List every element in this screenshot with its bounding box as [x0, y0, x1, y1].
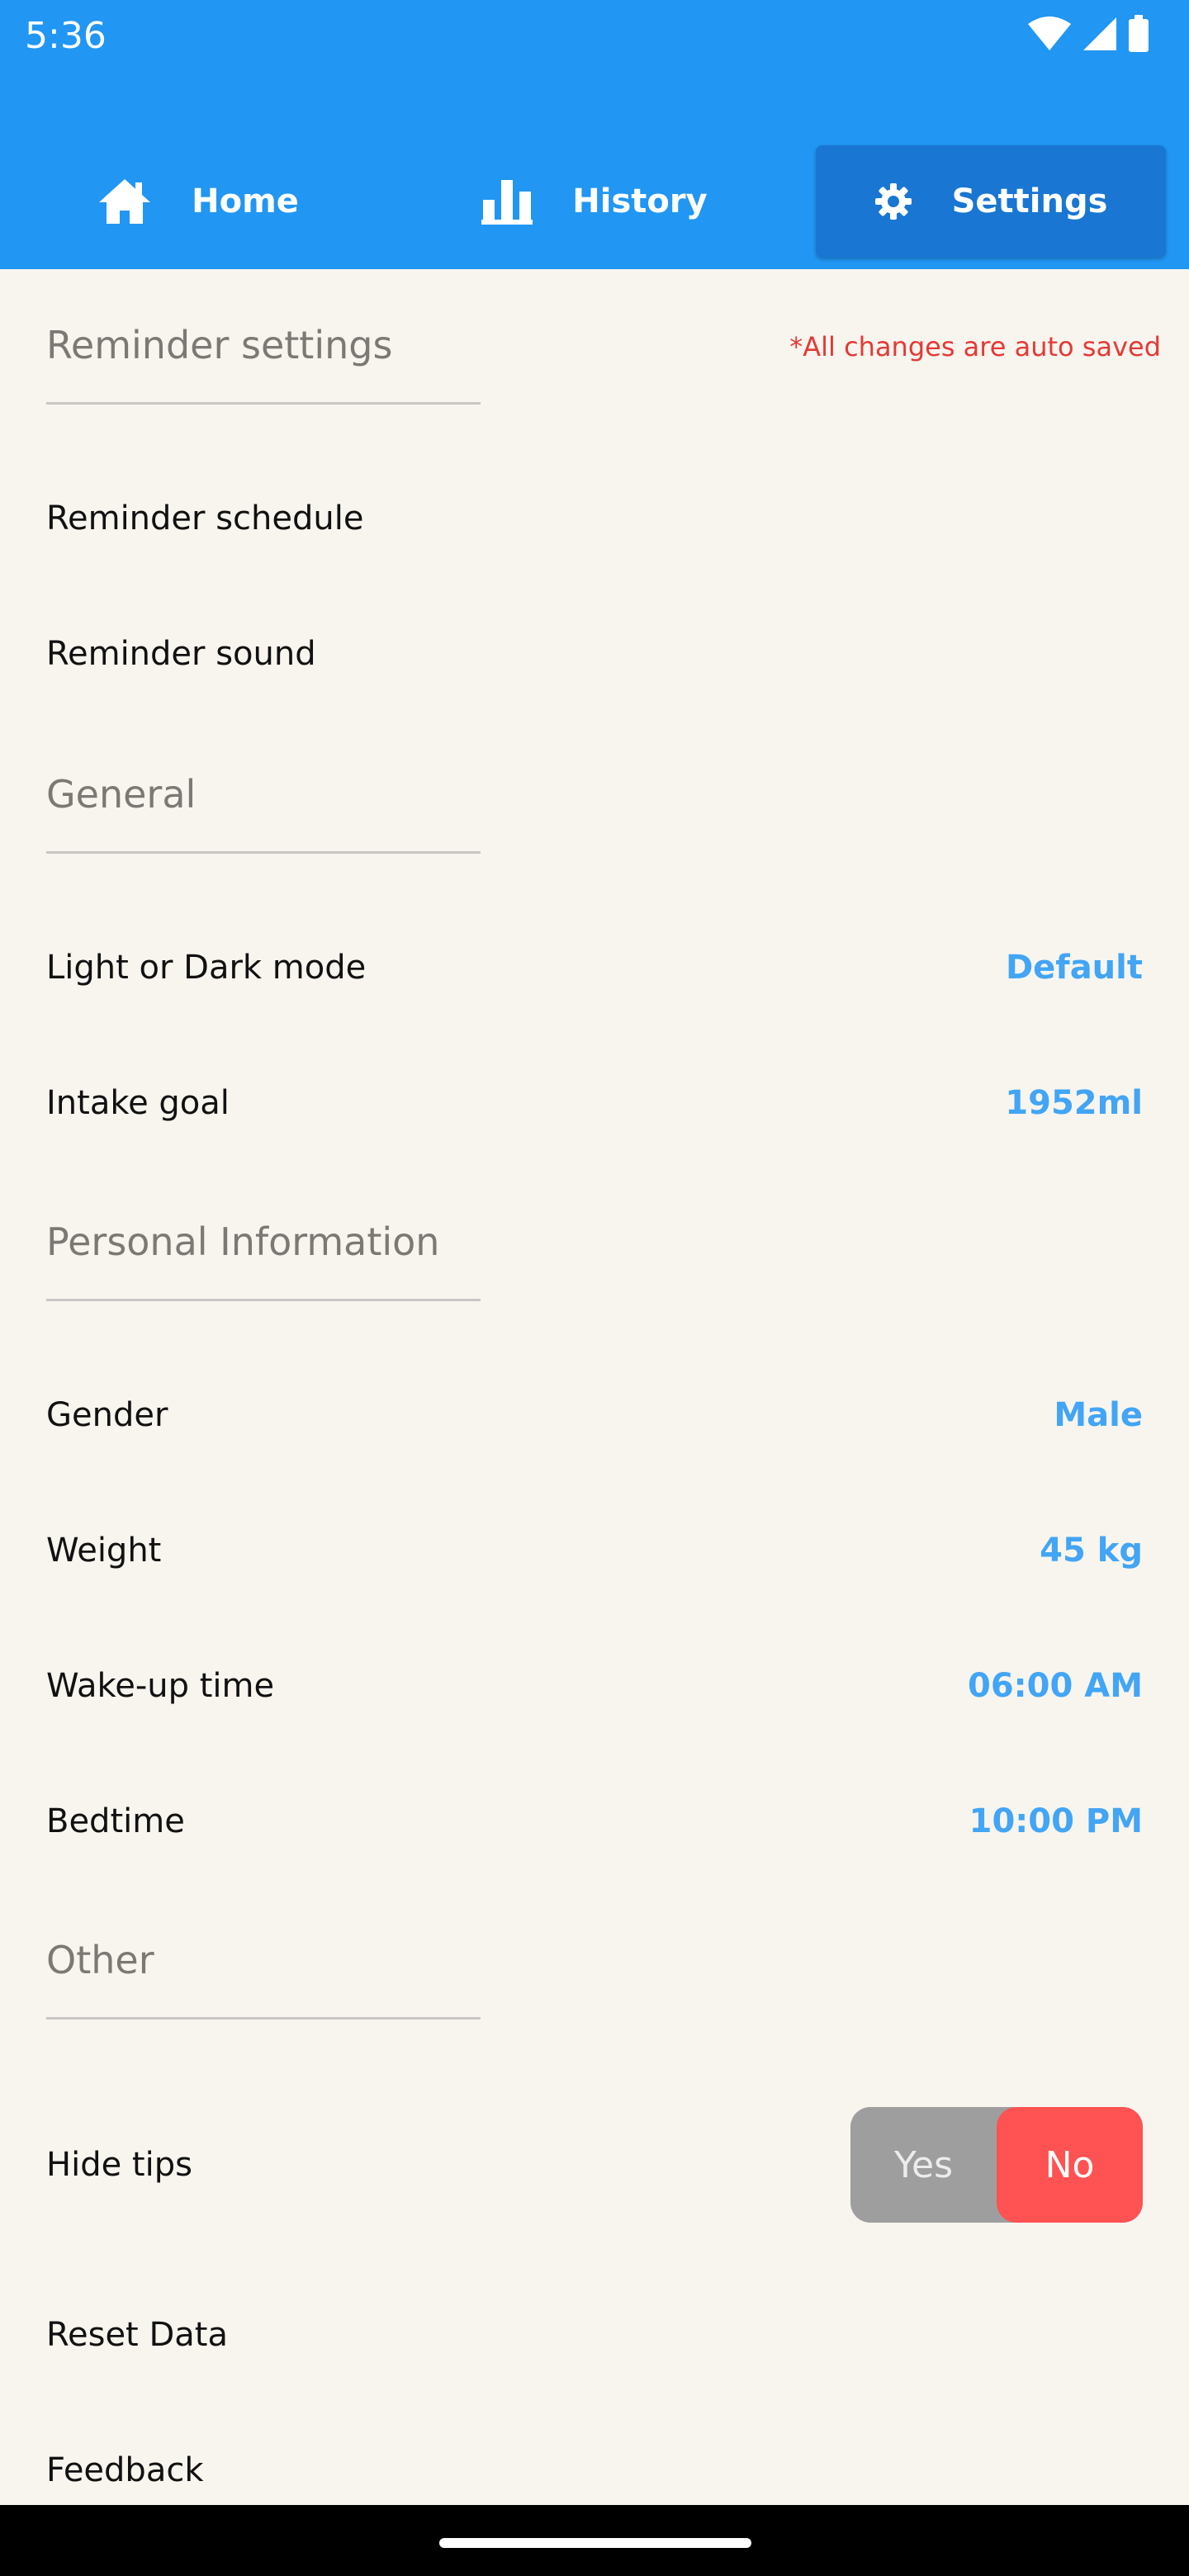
home-gesture-handle[interactable] [439, 2538, 751, 2548]
reset-data-item[interactable]: Reset Data [46, 2315, 228, 2355]
tab-history-label: History [572, 182, 708, 220]
section-title-other: Other [46, 1938, 154, 1982]
bedtime-value[interactable]: 10:00 PM [969, 1802, 1143, 1841]
wifi-icon [1027, 16, 1072, 55]
section-title-reminder: Reminder settings [46, 323, 393, 367]
gender-value[interactable]: Male [1054, 1395, 1143, 1435]
section-divider [46, 2017, 481, 2020]
reminder-sound-item[interactable]: Reminder sound [46, 634, 316, 674]
tab-bar: Home History Settings [0, 145, 1189, 258]
section-divider [46, 1299, 481, 1301]
signal-icon [1082, 16, 1118, 55]
status-icons [1027, 15, 1149, 56]
home-icon [97, 178, 152, 225]
bar-chart-icon [481, 178, 533, 225]
auto-saved-note: *All changes are auto saved [789, 331, 1161, 362]
hide-tips-item: Hide tips [46, 2146, 192, 2184]
weight-value[interactable]: 45 kg [1040, 1531, 1143, 1570]
section-title-general: General [46, 772, 197, 817]
hide-tips-yes-option[interactable]: Yes [850, 2107, 997, 2223]
bedtime-item[interactable]: Bedtime [46, 1802, 185, 1841]
reminder-schedule-item[interactable]: Reminder schedule [46, 499, 363, 538]
theme-mode-value[interactable]: Default [1006, 948, 1143, 987]
section-divider [46, 851, 481, 854]
feedback-item[interactable]: Feedback [46, 2451, 204, 2490]
intake-goal-item[interactable]: Intake goal [46, 1083, 230, 1123]
theme-mode-item[interactable]: Light or Dark mode [46, 948, 366, 987]
tab-history[interactable]: History [413, 145, 776, 258]
gear-icon [874, 182, 912, 220]
wake-up-time-value[interactable]: 06:00 AM [968, 1666, 1143, 1706]
tab-settings[interactable]: Settings [816, 145, 1166, 258]
battery-icon [1128, 15, 1149, 56]
status-bar-time: 5:36 [25, 15, 107, 57]
section-title-personal: Personal Information [46, 1219, 440, 1264]
tab-home[interactable]: Home [17, 145, 380, 258]
system-nav-bar [0, 2505, 1189, 2576]
wake-up-time-item[interactable]: Wake-up time [46, 1666, 274, 1706]
hide-tips-toggle[interactable]: Yes No [850, 2107, 1143, 2223]
tab-home-label: Home [192, 182, 299, 220]
app-header: 5:36 Home History Settings [0, 0, 1189, 269]
gender-item[interactable]: Gender [46, 1395, 168, 1435]
section-divider [46, 402, 481, 405]
hide-tips-no-option[interactable]: No [997, 2107, 1143, 2223]
tab-settings-label: Settings [951, 182, 1108, 220]
intake-goal-value[interactable]: 1952ml [1005, 1083, 1143, 1123]
weight-item[interactable]: Weight [46, 1531, 161, 1570]
